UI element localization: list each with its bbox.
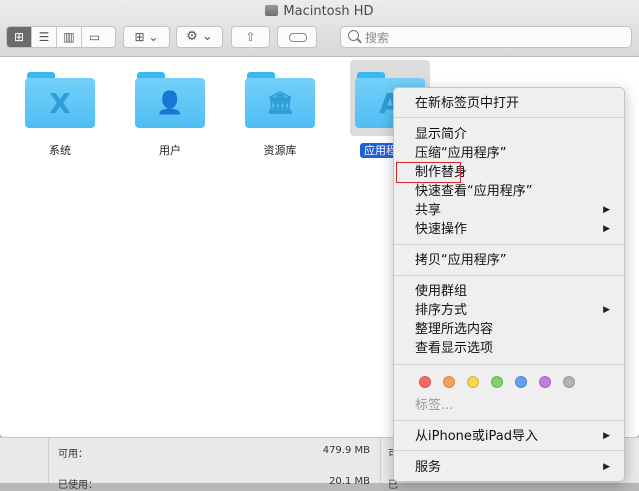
submenu-arrow-icon: ▶ (603, 431, 610, 441)
arrange-button[interactable]: ⊞ ⌄ (123, 26, 170, 48)
window-title-text: Macintosh HD (283, 4, 374, 19)
column-view-button[interactable]: ▥ (57, 27, 82, 47)
view-switcher: ⊞ ☰ ▥ ▭ (6, 26, 116, 48)
tag-color-green[interactable] (491, 376, 503, 388)
window-title: Macintosh HD (0, 4, 639, 19)
menu-item-label: 共享 (415, 203, 442, 218)
tag-icon (289, 33, 307, 42)
folder-label: 系统 (49, 144, 71, 157)
menu-separator (394, 117, 624, 118)
available-label: 可用： (58, 449, 88, 460)
column-divider (380, 438, 381, 483)
folder-label: 资源库 (263, 144, 297, 157)
menu-separator (394, 244, 624, 245)
menu-item-open-new-tab[interactable]: 在新标签页中打开 (394, 94, 624, 113)
menu-item-services[interactable]: 服务 ▶ (394, 458, 624, 477)
share-button[interactable]: ⇧ (231, 26, 270, 48)
folder-item-users[interactable]: 👤 用户 (125, 62, 215, 158)
folder-icon: X (25, 72, 95, 128)
menu-item-tags[interactable]: 标签... (394, 396, 624, 415)
annotation-highlight-box (396, 162, 461, 183)
menu-item-copy[interactable]: 拷贝“应用程序” (394, 251, 624, 270)
system-x-icon: X (49, 87, 71, 120)
submenu-arrow-icon: ▶ (603, 462, 610, 472)
available-row: 可用： 479.9 MB (58, 445, 370, 460)
menu-item-use-groups[interactable]: 使用群组 (394, 282, 624, 301)
menu-item-import-iphone[interactable]: 从iPhone或iPad导入 ▶ (394, 427, 624, 446)
menu-separator (394, 420, 624, 421)
user-icon: 👤 (156, 91, 184, 116)
list-view-button[interactable]: ☰ (32, 27, 57, 47)
folder-item-library[interactable]: 🏛 资源库 (235, 62, 325, 158)
search-input[interactable] (363, 28, 627, 48)
menu-item-quick-look[interactable]: 快速查看“应用程序” (394, 182, 624, 201)
submenu-arrow-icon: ▶ (603, 205, 610, 215)
used-row: 已使用： 20.1 MB (58, 476, 370, 491)
menu-item-label: 快速操作 (415, 222, 468, 237)
menu-item-get-info[interactable]: 显示简介 (394, 125, 624, 144)
folder-label: 用户 (159, 144, 181, 157)
menu-item-compress[interactable]: 压缩“应用程序” (394, 144, 624, 163)
tag-color-gray[interactable] (563, 376, 575, 388)
titlebar: Macintosh HD ⊞ ☰ ▥ ▭ ⊞ ⌄ ⚙ ⌄ ⇧ (0, 0, 639, 57)
menu-item-label: 排序方式 (415, 303, 468, 318)
folder-item-system[interactable]: X 系统 (15, 62, 105, 158)
edit-tags-button[interactable] (277, 26, 317, 48)
action-gear-button[interactable]: ⚙ ⌄ (176, 26, 223, 48)
context-menu: 在新标签页中打开 显示简介 压缩“应用程序” 制作替身 快速查看“应用程序” 共… (393, 87, 625, 482)
search-icon (348, 30, 359, 41)
column-divider (48, 438, 49, 483)
menu-item-label: 服务 (415, 460, 442, 475)
gallery-view-button[interactable]: ▭ (82, 27, 107, 47)
menu-item-label: 从iPhone或iPad导入 (415, 429, 538, 444)
menu-separator (394, 275, 624, 276)
search-field[interactable] (340, 26, 632, 48)
menu-item-share[interactable]: 共享 ▶ (394, 201, 624, 220)
folder-icon: 👤 (135, 72, 205, 128)
tag-color-red[interactable] (419, 376, 431, 388)
menu-separator (394, 364, 624, 365)
icon-view-button[interactable]: ⊞ (7, 27, 32, 47)
tag-color-orange[interactable] (443, 376, 455, 388)
menu-item-view-options[interactable]: 查看显示选项 (394, 339, 624, 358)
menu-item-quick-actions[interactable]: 快速操作 ▶ (394, 220, 624, 239)
library-columns-icon: 🏛 (266, 91, 294, 116)
submenu-arrow-icon: ▶ (603, 305, 610, 315)
submenu-arrow-icon: ▶ (603, 224, 610, 234)
menu-item-sort-by[interactable]: 排序方式 ▶ (394, 301, 624, 320)
hard-drive-icon (265, 5, 279, 16)
menu-separator (394, 450, 624, 451)
folder-icon: 🏛 (245, 72, 315, 128)
available-value: 479.9 MB (322, 445, 370, 456)
menu-item-clean-up[interactable]: 整理所选内容 (394, 320, 624, 339)
tag-color-blue[interactable] (515, 376, 527, 388)
tag-color-yellow[interactable] (467, 376, 479, 388)
tag-color-purple[interactable] (539, 376, 551, 388)
